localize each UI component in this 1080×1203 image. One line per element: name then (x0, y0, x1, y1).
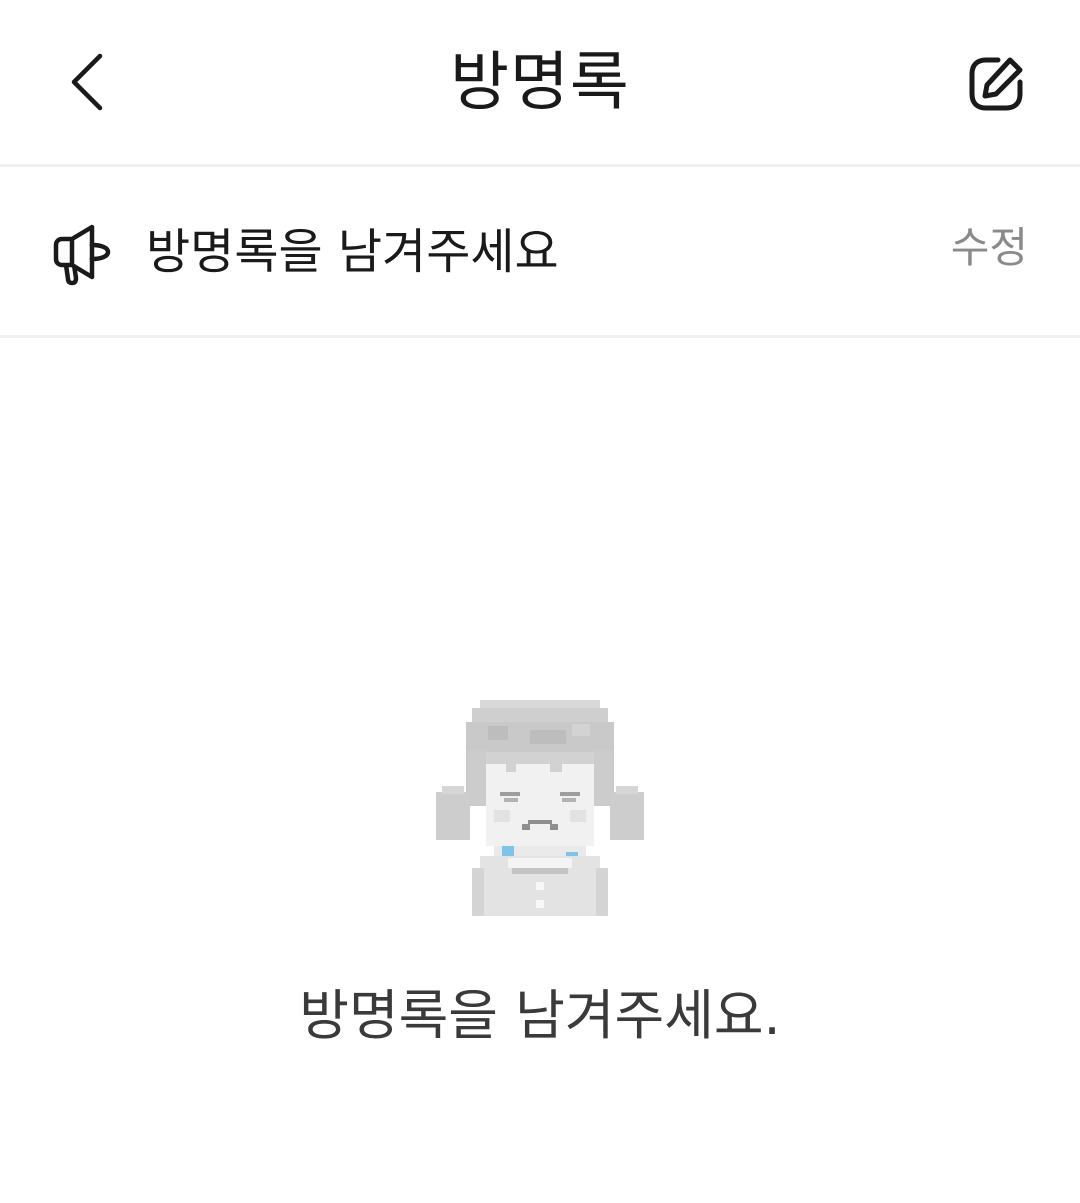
notice-bar: 방명록을 남겨주세요 수정 (0, 167, 1080, 338)
megaphone-icon (53, 224, 111, 286)
crying-girl-pixel-illustration (436, 700, 644, 916)
notice-text: 방명록을 남겨주세요 (146, 224, 559, 280)
edit-square-icon (969, 57, 1023, 111)
write-entry-button[interactable] (954, 42, 1038, 126)
edit-notice-button[interactable]: 수정 (951, 215, 1028, 281)
top-app-bar: 방명록 (0, 0, 1080, 167)
page-title: 방명록 (450, 46, 630, 120)
empty-state-message: 방명록을 남겨주세요. (299, 984, 781, 1047)
